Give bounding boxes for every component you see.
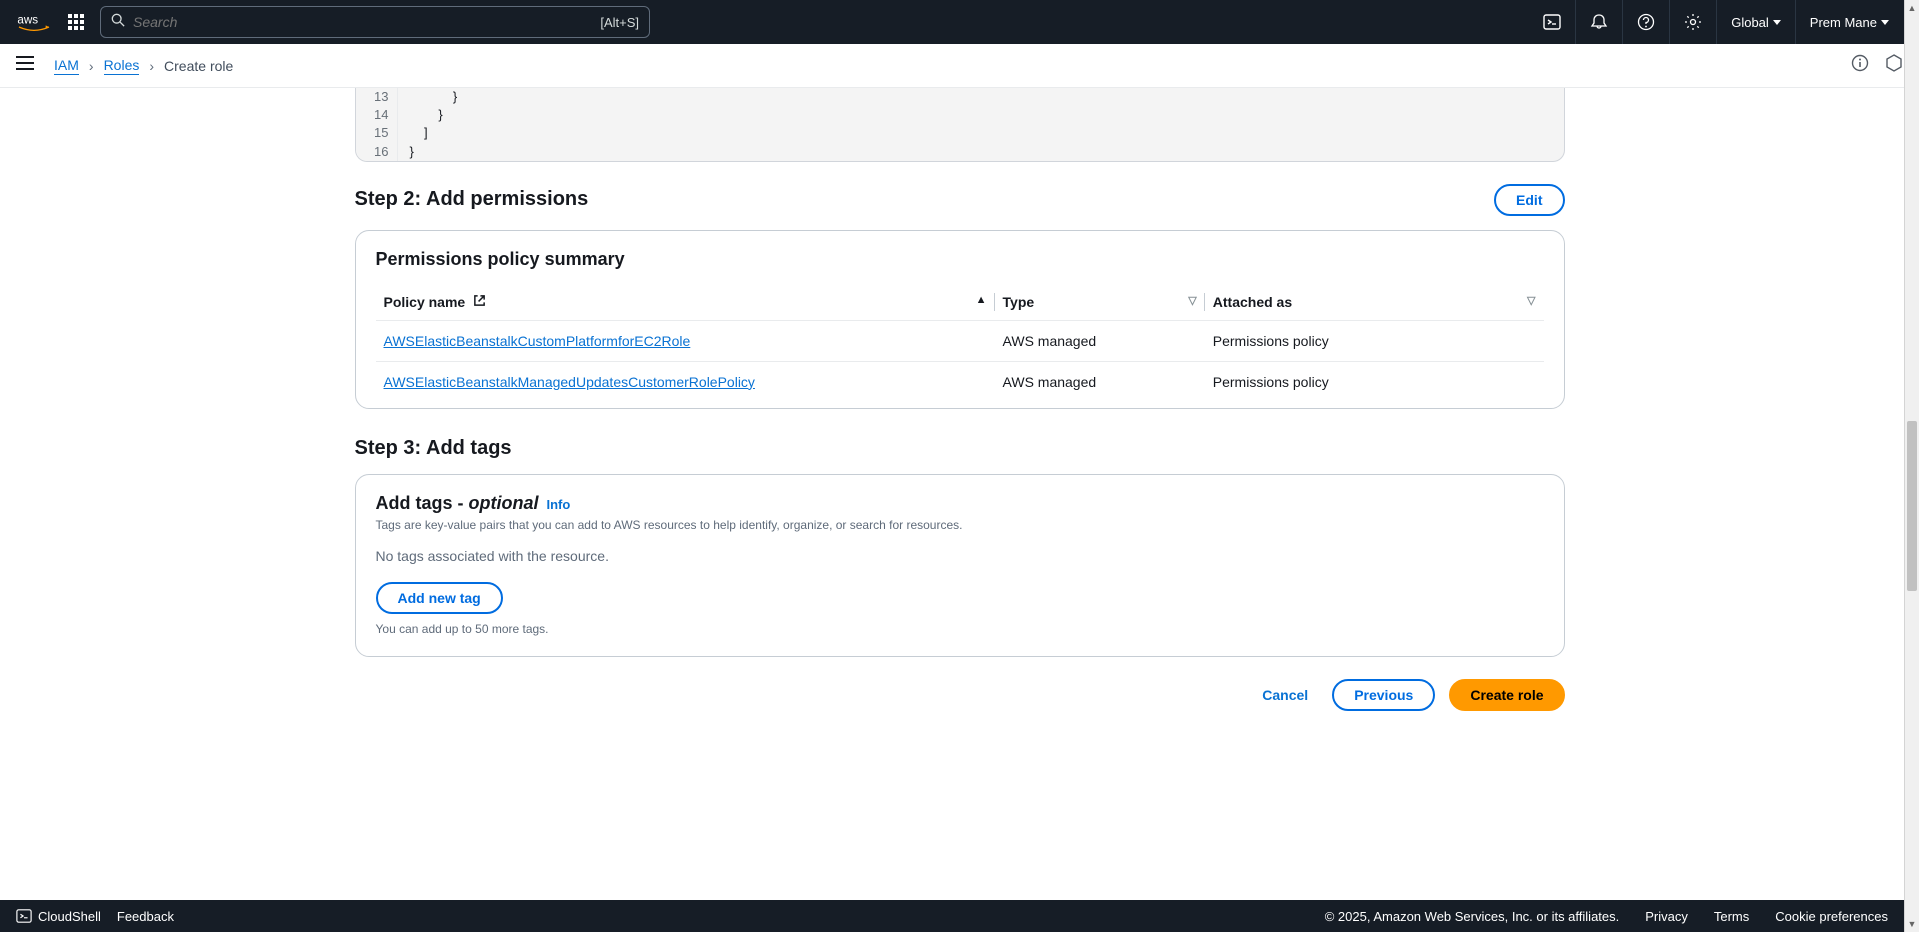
col-type[interactable]: Type ▽ [995,284,1205,321]
line-number: 14 [356,106,398,124]
cloudshell-label: CloudShell [38,909,101,924]
policy-link[interactable]: AWSElasticBeanstalkManagedUpdatesCustome… [384,374,755,390]
cookie-preferences-link[interactable]: Cookie preferences [1775,909,1888,924]
cloudshell-button[interactable]: CloudShell [16,908,101,924]
user-label: Prem Mane [1810,15,1877,30]
settings-icon[interactable] [1669,0,1716,44]
tags-description: Tags are key-value pairs that you can ad… [376,518,1544,532]
policy-type: AWS managed [995,320,1205,361]
region-label: Global [1731,15,1769,30]
col-attached-label: Attached as [1213,294,1292,310]
col-type-label: Type [1003,294,1035,310]
code-line: } [398,106,443,124]
table-row: AWSElasticBeanstalkManagedUpdatesCustome… [376,361,1544,402]
main-content: 13 } 14 } 15 ] 16} Step 2: Add permissio… [0,88,1919,900]
create-role-button[interactable]: Create role [1449,679,1564,711]
breadcrumb-iam[interactable]: IAM [54,57,79,75]
side-nav-toggle[interactable] [16,56,34,75]
add-new-tag-button[interactable]: Add new tag [376,582,503,614]
region-selector[interactable]: Global [1716,0,1795,44]
notifications-icon[interactable] [1575,0,1622,44]
search-box[interactable]: [Alt+S] [100,6,650,38]
tags-title: Add tags - optional [376,493,539,514]
permissions-panel-title: Permissions policy summary [376,249,1544,270]
line-number: 15 [356,124,398,142]
trust-policy-json: 13 } 14 } 15 ] 16} [355,88,1565,162]
tags-empty-text: No tags associated with the resource. [376,548,1544,564]
info-icon[interactable] [1851,54,1869,77]
col-policy-label: Policy name [384,294,466,310]
svg-text:aws: aws [17,14,38,27]
chevron-right-icon: › [89,58,94,74]
breadcrumb: IAM › Roles › Create role [54,57,233,75]
footer: CloudShell Feedback © 2025, Amazon Web S… [0,900,1904,932]
cancel-button[interactable]: Cancel [1252,681,1318,709]
wizard-actions: Cancel Previous Create role [355,679,1565,711]
line-number: 13 [356,88,398,106]
search-icon [111,13,125,32]
search-shortcut: [Alt+S] [600,15,639,30]
search-input[interactable] [133,14,600,30]
previous-button[interactable]: Previous [1332,679,1435,711]
scrollbar-track[interactable] [1905,16,1919,916]
policy-link[interactable]: AWSElasticBeanstalkCustomPlatformforEC2R… [384,333,691,349]
services-grid-icon[interactable] [68,14,84,30]
breadcrumb-roles[interactable]: Roles [104,57,140,75]
user-menu[interactable]: Prem Mane [1795,0,1903,44]
copyright: © 2025, Amazon Web Services, Inc. or its… [1325,909,1620,924]
breadcrumb-current: Create role [164,58,233,74]
aws-logo[interactable]: aws [16,12,52,32]
line-number: 16 [356,143,398,161]
code-line: } [398,143,414,161]
privacy-link[interactable]: Privacy [1645,909,1688,924]
breadcrumb-bar: IAM › Roles › Create role [0,44,1919,88]
table-row: AWSElasticBeanstalkCustomPlatformforEC2R… [376,320,1544,361]
code-line: ] [398,124,428,142]
permissions-table: Policy name ▲ Type ▽ Attached as ▽ [376,284,1544,402]
code-line: } [398,88,458,106]
chevron-right-icon: › [149,58,154,74]
security-hub-icon[interactable] [1885,54,1903,77]
edit-permissions-button[interactable]: Edit [1494,184,1564,216]
tags-info-link[interactable]: Info [547,497,571,512]
feedback-label: Feedback [117,909,174,924]
scroll-down-icon[interactable]: ▼ [1905,916,1919,932]
top-nav: aws [Alt+S] Global Prem Mane [0,0,1919,44]
tags-panel: Add tags - optional Info Tags are key-va… [355,474,1565,657]
sort-icon: ▽ [1527,294,1535,307]
help-icon[interactable] [1622,0,1669,44]
permissions-panel: Permissions policy summary Policy name ▲… [355,230,1565,409]
policy-type: AWS managed [995,361,1205,402]
tags-hint: You can add up to 50 more tags. [376,622,1544,636]
terms-link[interactable]: Terms [1714,909,1749,924]
col-policy-name[interactable]: Policy name ▲ [376,284,995,321]
sort-icon: ▽ [1188,294,1196,307]
external-link-icon [473,294,486,310]
chevron-down-icon [1773,20,1781,25]
sort-asc-icon: ▲ [976,294,987,306]
policy-attached-as: Permissions policy [1205,320,1544,361]
step3-title: Step 3: Add tags [355,437,1565,460]
step2-title: Step 2: Add permissions [355,188,589,211]
chevron-down-icon [1881,20,1889,25]
cloudshell-icon[interactable] [1529,0,1575,44]
scrollbar-thumb[interactable] [1907,421,1917,591]
vertical-scrollbar[interactable]: ▲ ▼ [1904,0,1919,932]
policy-attached-as: Permissions policy [1205,361,1544,402]
scroll-up-icon[interactable]: ▲ [1905,0,1919,16]
col-attached-as[interactable]: Attached as ▽ [1205,284,1544,321]
feedback-button[interactable]: Feedback [117,909,174,924]
